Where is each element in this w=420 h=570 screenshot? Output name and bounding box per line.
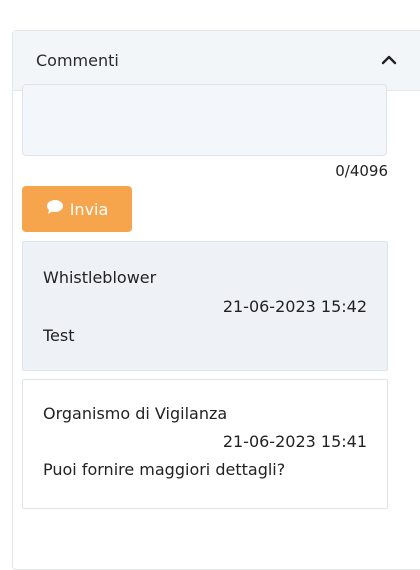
panel-title: Commenti (36, 51, 119, 70)
send-button[interactable]: Invia (22, 186, 132, 232)
speech-bubble-icon (46, 199, 64, 219)
comment-author: Whistleblower (43, 268, 157, 287)
send-button-label: Invia (69, 199, 109, 219)
chevron-up-icon[interactable] (379, 51, 399, 69)
comments-panel-header[interactable]: Commenti (13, 31, 420, 91)
comment-item: Whistleblower 21-06-2023 15:42 Test (22, 241, 388, 371)
comment-text: Test (43, 326, 75, 345)
comment-timestamp: 21-06-2023 15:42 (222, 297, 367, 316)
comment-author: Organismo di Vigilanza (43, 404, 228, 423)
comment-text: Puoi fornire maggiori dettagli? (43, 460, 286, 479)
comment-timestamp: 21-06-2023 15:41 (222, 432, 367, 451)
character-counter: 0/4096 (335, 162, 388, 180)
comment-item: Organismo di Vigilanza 21-06-2023 15:41 … (22, 379, 388, 509)
comment-input[interactable] (22, 84, 387, 156)
